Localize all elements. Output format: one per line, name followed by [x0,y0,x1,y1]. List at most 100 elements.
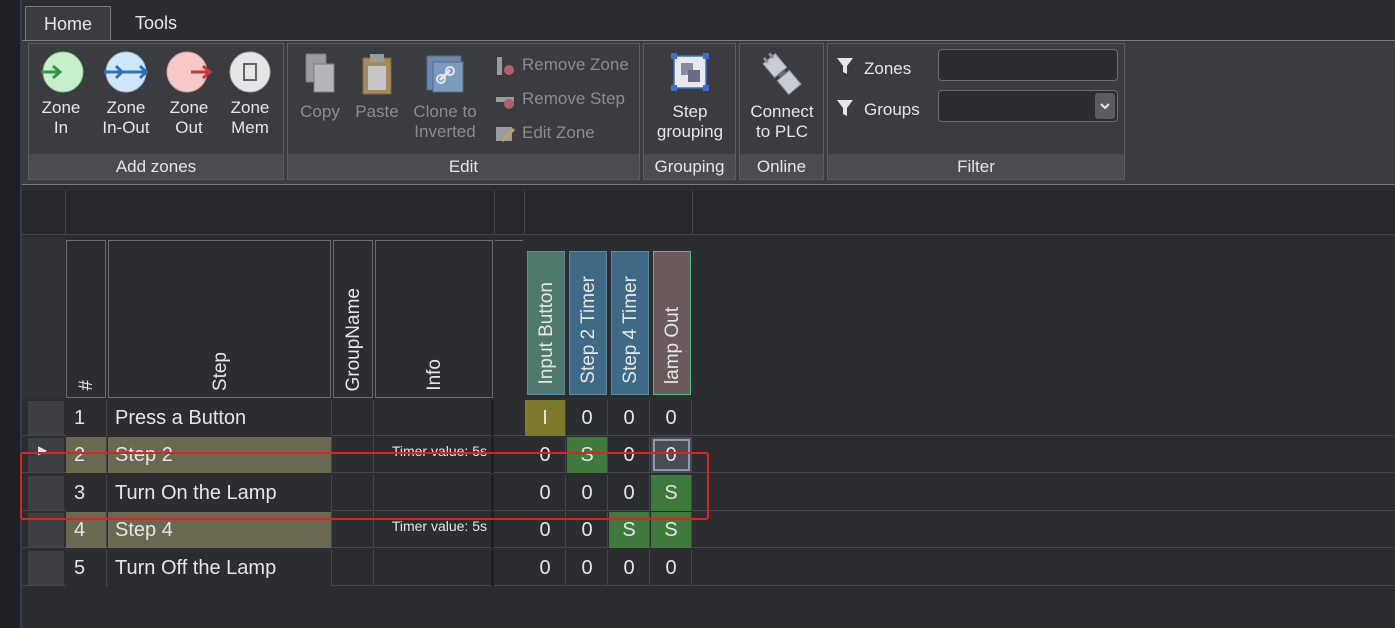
zone-mem-label-1: Zone [230,98,270,117]
col-header-info-label: Info [424,359,445,391]
io-column-header[interactable]: lamp Out [653,251,691,395]
step-grouping-button[interactable]: Step grouping [646,50,734,142]
group-add-zones: Zone In Zone In-Out Zone Out Zone Mem Ad… [28,43,284,180]
row-selector[interactable] [28,401,64,435]
ribbon-tabbar: Home Tools [22,0,1395,40]
row-selector[interactable] [28,551,64,585]
grid-divider [692,191,693,235]
paste-label: Paste [355,102,399,121]
col-header-spacer [495,240,523,398]
zone-in-label-2: In [53,118,69,137]
edit-zone-icon [496,126,516,142]
step-grouping-label-2: grouping [656,122,724,141]
remove-zone-label: Remove Zone [522,55,629,74]
io-column-header[interactable]: Step 4 Timer [611,251,649,395]
left-edge-bar [0,0,22,628]
col-header-num[interactable]: # [66,240,106,398]
paste-button[interactable]: Paste [352,50,402,122]
row-header-corner [22,237,65,399]
connect-label-1: Connect [750,102,814,121]
cell-num: 1 [74,407,86,429]
io-value-cell[interactable]: I [525,400,566,436]
chain-link-icon [426,55,464,93]
cell-num-bg [66,550,107,586]
io-value-cell[interactable]: 0 [651,550,692,586]
zones-filter-input[interactable] [938,49,1118,81]
zone-in-out-icon [104,51,149,93]
grid-divider [494,191,495,235]
io-column-header-label: Step 2 Timer [578,276,599,384]
cell-num: 5 [74,557,86,579]
cell-step[interactable]: Turn Off the Lamp [115,550,276,586]
step-grid: # Step GroupName Info Input Button Step 2… [22,185,1395,628]
zone-in-out-label-1: Zone [106,98,146,117]
group-grouping-label: Grouping [644,154,735,179]
cell-group[interactable] [333,550,374,586]
connect-label-2: to PLC [756,122,808,141]
io-column-header[interactable]: Step 2 Timer [569,251,607,395]
cell-step[interactable]: Press a Button [115,400,246,436]
zone-in-button[interactable]: Zone In [35,50,87,138]
io-column-header[interactable]: Input Button [527,251,565,395]
io-value-cell[interactable]: 0 [651,400,692,436]
remove-step-label: Remove Step [522,89,625,108]
zone-in-icon [41,51,84,93]
remove-zone-icon [497,56,514,75]
col-header-step[interactable]: Step [108,240,331,398]
cell-num-bg [66,400,107,436]
groups-filter-label: Groups [864,100,920,119]
cell-group[interactable] [333,400,374,436]
zone-out-icon [166,51,213,93]
groups-filter-select[interactable] [938,90,1118,122]
group-add-zones-label: Add zones [29,154,283,179]
filter-icon [837,58,853,74]
group-filter: Zones Groups Filter [827,43,1125,180]
io-column-header-label: Step 4 Timer [620,276,641,384]
io-value-cell[interactable]: 0 [609,400,650,436]
zones-filter-label: Zones [864,59,912,78]
zone-in-out-label-2: In-Out [102,118,150,137]
io-value-cell[interactable]: 0 [525,550,566,586]
io-value-cell[interactable]: 0 [567,550,608,586]
step-grouping-label-1: Step [672,102,708,121]
group-edit-label: Edit [288,154,639,179]
io-column-header-label: lamp Out [662,306,683,384]
col-header-info[interactable]: Info [375,240,493,398]
grid-top-band [22,191,1395,235]
tab-home[interactable]: Home [25,6,111,40]
remove-zone-button[interactable]: Remove Zone [494,52,629,78]
zone-out-label-2: Out [175,118,203,137]
group-online-label: Online [740,154,823,179]
cell-info-bg [375,550,494,586]
io-value-cell[interactable]: 0 [609,550,650,586]
col-header-step-label: Step [210,351,231,391]
col-header-groupname-label: GroupName [343,287,364,392]
zone-mem-button[interactable]: Zone Mem [225,50,275,138]
io-value-cell[interactable]: 0 [567,400,608,436]
group-online: Connect to PLC Online [739,43,824,180]
clone-label-2: Inverted [414,122,476,141]
ribbon: Zone In Zone In-Out Zone Out Zone Mem Ad… [22,40,1395,185]
grid-divider [524,191,525,235]
remove-step-icon [496,96,514,109]
remove-step-button[interactable]: Remove Step [494,86,625,112]
copy-button[interactable]: Copy [294,50,346,122]
io-column-header-label: Input Button [536,281,557,384]
zone-in-label-1: Zone [41,98,81,117]
clone-to-inverted-button[interactable]: Clone to Inverted [408,50,482,142]
zone-mem-label-2: Mem [231,118,269,137]
edit-zone-button[interactable]: Edit Zone [494,120,595,146]
tab-tools[interactable]: Tools [118,6,194,40]
groups-dropdown-button[interactable] [1095,93,1115,119]
clone-label-1: Clone to [413,102,477,121]
step-grouping-icon [671,53,709,91]
col-header-num-label: # [76,380,97,391]
connect-to-plc-button[interactable]: Connect to PLC [742,50,822,142]
col-header-groupname[interactable]: GroupName [333,240,373,398]
copy-label: Copy [300,102,340,121]
zone-in-out-button[interactable]: Zone In-Out [97,50,155,138]
chevron-down-icon [1100,103,1110,110]
plug-connector-icon [762,52,802,96]
zone-out-button[interactable]: Zone Out [165,50,213,138]
group-edit: Copy Paste Clone to Inverted Remove Zone… [287,43,640,180]
